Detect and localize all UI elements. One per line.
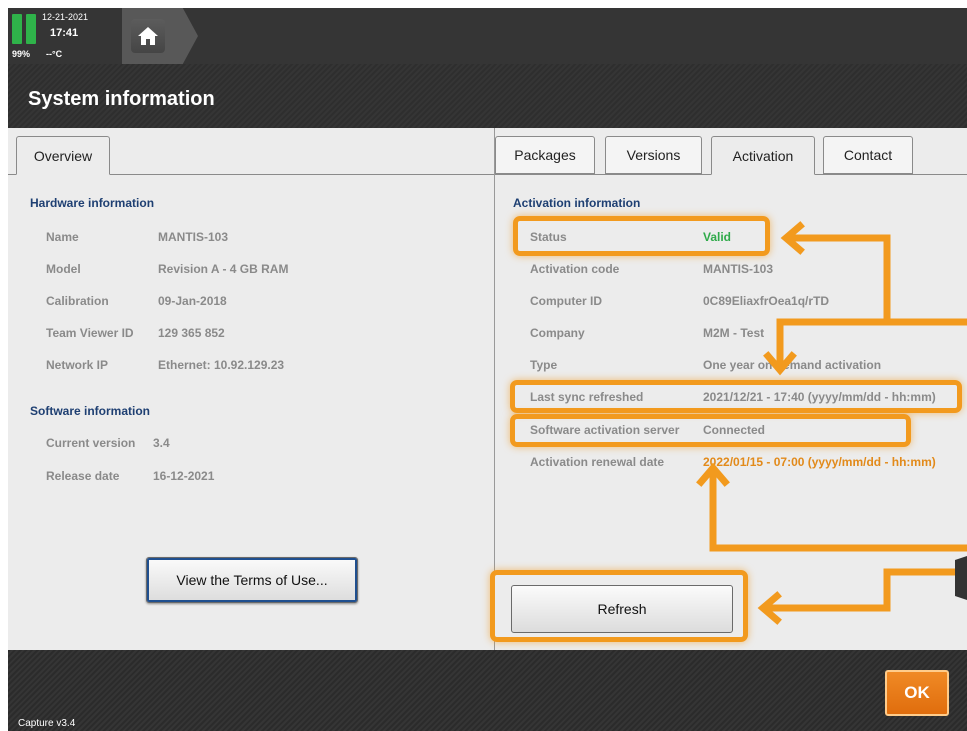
ok-button[interactable]: OK: [885, 670, 949, 716]
battery-percent: 99%: [12, 49, 31, 59]
tab-contact[interactable]: Contact: [823, 136, 913, 174]
renewal-date-value: 2022/01/15 - 07:00 (yyyy/mm/dd - hh:mm): [703, 455, 936, 469]
activation-section-title: Activation information: [513, 196, 641, 210]
view-terms-button[interactable]: View the Terms of Use...: [146, 557, 358, 603]
home-button[interactable]: [131, 19, 165, 53]
home-icon: [138, 27, 158, 45]
page-header: System information: [8, 64, 967, 128]
overview-panel: Overview Hardware information Name MANTI…: [8, 128, 494, 650]
footer-bar: Capture v3.4 OK: [8, 650, 967, 731]
tab-packages[interactable]: Packages: [495, 136, 595, 174]
status-time: 17:41: [50, 27, 79, 39]
status-valid-value: Valid: [703, 230, 732, 244]
breadcrumb: [122, 8, 198, 64]
tab-overview[interactable]: Overview: [16, 136, 110, 175]
status-temperature: --°C: [46, 49, 63, 59]
status-bar: 99% 12-21-2021 17:41 --°C: [8, 8, 967, 64]
refresh-button[interactable]: Refresh: [511, 585, 733, 633]
tab-versions[interactable]: Versions: [605, 136, 702, 174]
software-section-title: Software information: [30, 404, 151, 418]
status-date: 12-21-2021: [42, 12, 89, 22]
app-version: Capture v3.4: [18, 718, 76, 729]
battery-icon: [12, 14, 36, 44]
tab-activation[interactable]: Activation: [711, 136, 815, 175]
hardware-section-title: Hardware information: [30, 196, 155, 210]
system-tabs-panel: Packages Versions Activation Contact Act…: [494, 128, 967, 650]
page-title: System information: [28, 88, 215, 110]
